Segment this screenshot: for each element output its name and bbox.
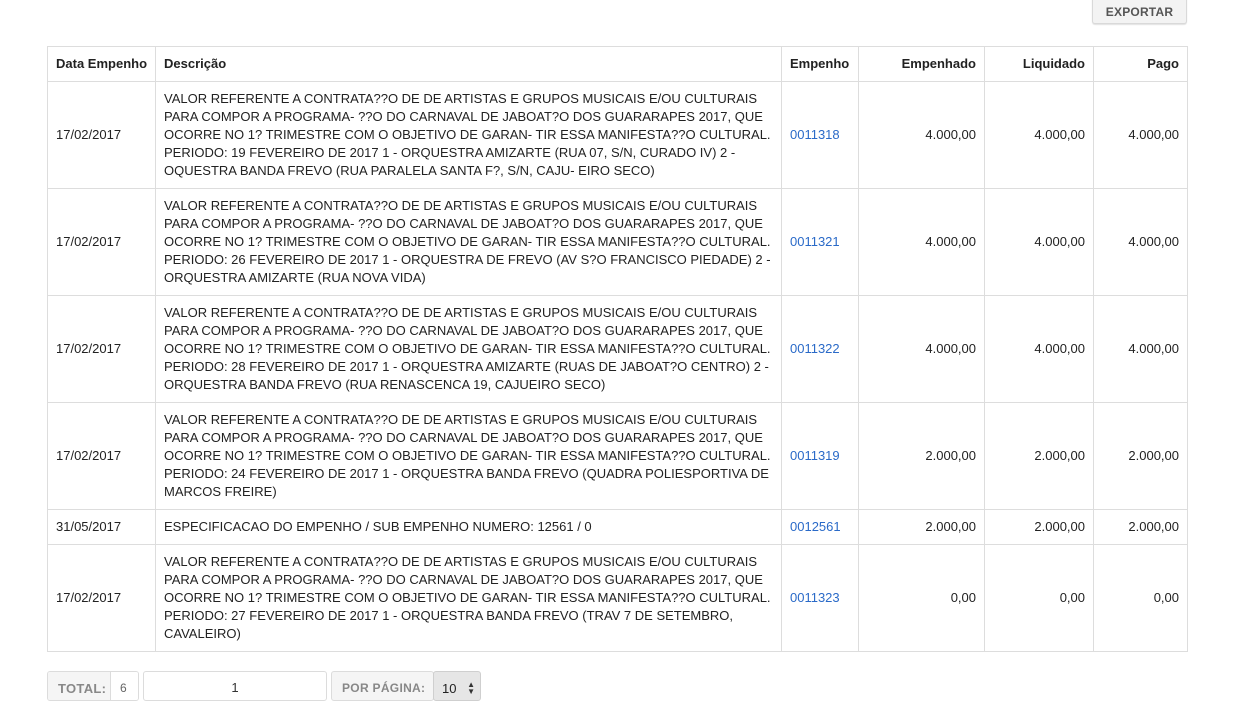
header-data-empenho[interactable]: Data Empenho	[47, 46, 156, 82]
cell-empenhado: 4.000,00	[858, 295, 985, 403]
header-empenhado[interactable]: Empenhado	[858, 46, 985, 82]
cell-description: VALOR REFERENTE A CONTRATA??O DE DE ARTI…	[155, 402, 782, 510]
cell-description: VALOR REFERENTE A CONTRATA??O DE DE ARTI…	[155, 544, 782, 652]
table-row: 17/02/2017 VALOR REFERENTE A CONTRATA??O…	[47, 402, 1188, 510]
cell-liquidado: 2.000,00	[984, 402, 1094, 510]
header-descricao[interactable]: Descrição	[155, 46, 782, 82]
cell-empenho: 0012561	[781, 509, 859, 545]
cell-pago: 4.000,00	[1093, 188, 1188, 296]
cell-liquidado: 4.000,00	[984, 295, 1094, 403]
total-label: TOTAL:	[48, 672, 111, 700]
empenho-link[interactable]: 0011319	[790, 448, 840, 463]
cell-empenho: 0011319	[781, 402, 859, 510]
table-row: 17/02/2017 VALOR REFERENTE A CONTRATA??O…	[47, 295, 1188, 403]
cell-empenhado: 4.000,00	[858, 188, 985, 296]
cell-pago: 4.000,00	[1093, 81, 1188, 189]
cell-date: 17/02/2017	[47, 544, 156, 652]
cell-description: VALOR REFERENTE A CONTRATA??O DE DE ARTI…	[155, 295, 782, 403]
per-page-label: POR PÁGINA:	[331, 671, 434, 701]
cell-empenhado: 2.000,00	[858, 509, 985, 545]
header-empenho[interactable]: Empenho	[781, 46, 859, 82]
cell-empenho: 0011321	[781, 188, 859, 296]
cell-empenho: 0011318	[781, 81, 859, 189]
empenho-link[interactable]: 0011323	[790, 590, 840, 605]
table-row: 17/02/2017 VALOR REFERENTE A CONTRATA??O…	[47, 188, 1188, 296]
cell-date: 17/02/2017	[47, 402, 156, 510]
header-pago[interactable]: Pago	[1093, 46, 1188, 82]
table-row: 31/05/2017 ESPECIFICACAO DO EMPENHO / SU…	[47, 509, 1188, 545]
table-row: 17/02/2017 VALOR REFERENTE A CONTRATA??O…	[47, 81, 1188, 189]
export-button[interactable]: EXPORTAR	[1092, 0, 1187, 24]
cell-pago: 2.000,00	[1093, 509, 1188, 545]
empenhos-table: Data Empenho Descrição Empenho Empenhado…	[47, 46, 1188, 652]
cell-empenhado: 2.000,00	[858, 402, 985, 510]
cell-empenho: 0011323	[781, 544, 859, 652]
cell-pago: 4.000,00	[1093, 295, 1188, 403]
cell-date: 17/02/2017	[47, 81, 156, 189]
cell-description: VALOR REFERENTE A CONTRATA??O DE DE ARTI…	[155, 188, 782, 296]
cell-date: 17/02/2017	[47, 188, 156, 296]
cell-date: 17/02/2017	[47, 295, 156, 403]
header-liquidado[interactable]: Liquidado	[984, 46, 1094, 82]
cell-description: VALOR REFERENTE A CONTRATA??O DE DE ARTI…	[155, 81, 782, 189]
empenho-link[interactable]: 0011322	[790, 341, 840, 356]
total-count: 6	[111, 672, 138, 700]
cell-pago: 2.000,00	[1093, 402, 1188, 510]
cell-liquidado: 2.000,00	[984, 509, 1094, 545]
cell-liquidado: 4.000,00	[984, 188, 1094, 296]
cell-empenho: 0011322	[781, 295, 859, 403]
total-group: TOTAL: 6	[47, 671, 139, 701]
cell-empenhado: 4.000,00	[858, 81, 985, 189]
empenho-link[interactable]: 0011318	[790, 127, 840, 142]
cell-date: 31/05/2017	[47, 509, 156, 545]
empenho-link[interactable]: 0011321	[790, 234, 840, 249]
table-row: 17/02/2017 VALOR REFERENTE A CONTRATA??O…	[47, 544, 1188, 652]
cell-liquidado: 0,00	[984, 544, 1094, 652]
table-header-row: Data Empenho Descrição Empenho Empenhado…	[47, 46, 1188, 82]
per-page-select[interactable]: 10 ▲ ▼	[433, 671, 481, 701]
up-down-chevron-icon: ▲ ▼	[467, 680, 475, 696]
cell-empenhado: 0,00	[858, 544, 985, 652]
cell-liquidado: 4.000,00	[984, 81, 1094, 189]
page-number-input[interactable]: 1	[143, 671, 327, 701]
empenho-link[interactable]: 0012561	[790, 519, 841, 534]
cell-description: ESPECIFICACAO DO EMPENHO / SUB EMPENHO N…	[155, 509, 782, 545]
cell-pago: 0,00	[1093, 544, 1188, 652]
